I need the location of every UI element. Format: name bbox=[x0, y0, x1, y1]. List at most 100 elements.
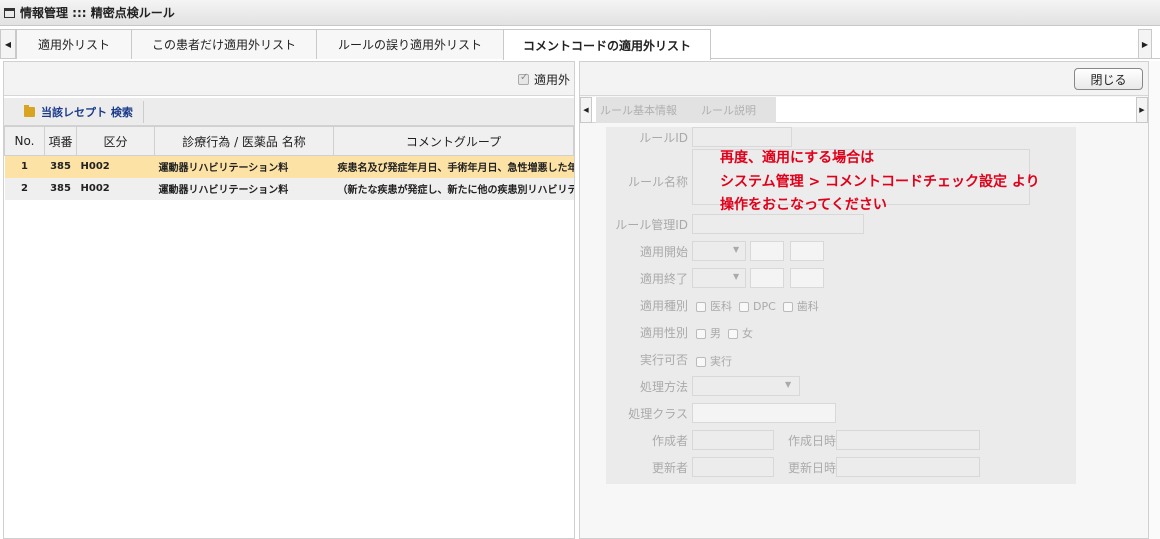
updated-date-field[interactable] bbox=[836, 457, 980, 477]
notice-line-2: システム管理 > コメントコードチェック設定 より bbox=[720, 174, 1040, 190]
receipt-search-button[interactable]: 当該レセプト 検索 bbox=[24, 101, 144, 123]
notice-line-3: 操作をおこなってください bbox=[720, 197, 887, 213]
apply-gender-options: 男 女 bbox=[696, 325, 753, 341]
table-header-row: No. 項番 区分 診療行為 / 医薬品 名称 コメントグループ bbox=[4, 126, 574, 156]
checkbox-icon[interactable] bbox=[517, 72, 529, 85]
apply-type-label: 適用種別 bbox=[639, 299, 688, 313]
cell-category: H002 bbox=[76, 155, 155, 178]
cell-name: 運動器リハビリテーション料 bbox=[154, 155, 334, 178]
option-label: 実行 bbox=[710, 355, 732, 368]
creator-field[interactable] bbox=[692, 430, 774, 450]
end-day-field[interactable] bbox=[790, 268, 824, 288]
cell-name: 運動器リハビリテーション料 bbox=[154, 177, 334, 200]
start-date-label: 適用開始 bbox=[639, 245, 688, 259]
class-label: 処理クラス bbox=[628, 407, 688, 421]
cell-comment: （新たな疾患が発症し、新たに他の疾患別リハビリテーション bbox=[333, 177, 574, 200]
option-label: 歯科 bbox=[796, 300, 819, 313]
tab-patient-exclusion-list[interactable]: この患者だけ適用外リスト bbox=[131, 29, 317, 59]
start-month-field[interactable] bbox=[750, 241, 784, 261]
subtab-scroll-left-icon[interactable]: ◀ bbox=[580, 97, 592, 123]
window-title: 情報管理 ::: 精密点検ルール bbox=[20, 6, 175, 20]
cell-no: 1 bbox=[4, 155, 45, 178]
class-field[interactable] bbox=[692, 403, 836, 423]
window-icon bbox=[4, 7, 15, 18]
chevron-down-icon: ▼ bbox=[733, 272, 740, 281]
option-label: 医科 bbox=[710, 300, 732, 313]
filter-bar: 適用外 bbox=[4, 62, 574, 96]
subtab-area: ルール基本情報 ルール説明 bbox=[596, 97, 776, 123]
col-header-name[interactable]: 診療行為 / 医薬品 名称 bbox=[154, 126, 334, 156]
option-label: 女 bbox=[742, 327, 753, 340]
rule-id-field[interactable] bbox=[692, 127, 792, 147]
subtab-scroll-right-icon[interactable]: ▶ bbox=[1136, 97, 1148, 123]
exec-checkbox[interactable] bbox=[696, 357, 706, 367]
right-arrow-glyph: ▶ bbox=[1139, 106, 1145, 114]
search-button-label: 当該レセプト 検索 bbox=[41, 106, 133, 119]
updated-date-label: 更新日時 bbox=[788, 461, 837, 475]
type-dpc-checkbox[interactable] bbox=[739, 302, 749, 312]
table-row[interactable]: 2 385 H002 運動器リハビリテーション料 （新たな疾患が発症し、新たに他… bbox=[4, 177, 574, 200]
tab-rule-error-exclusion-list[interactable]: ルールの誤り適用外リスト bbox=[316, 29, 504, 59]
created-date-label: 作成日時 bbox=[788, 434, 837, 448]
creator-label: 作成者 bbox=[651, 434, 688, 448]
search-toolbar: 当該レセプト 検索 bbox=[4, 98, 574, 126]
cell-category: H002 bbox=[76, 177, 155, 200]
notice-line-1: 再度、適用にする場合は bbox=[720, 150, 875, 166]
cell-item: 385 bbox=[44, 155, 77, 178]
cell-item: 385 bbox=[44, 177, 77, 200]
left-arrow-glyph: ◀ bbox=[583, 106, 589, 114]
col-header-comment-group[interactable]: コメントグループ bbox=[333, 126, 574, 156]
method-select[interactable]: ▼ bbox=[692, 376, 800, 396]
cell-no: 2 bbox=[4, 177, 45, 200]
table-row[interactable]: 1 385 H002 運動器リハビリテーション料 疾患名及び発症年月日、手術年月… bbox=[4, 155, 574, 178]
apply-type-options: 医科 DPC 歯科 bbox=[696, 298, 819, 314]
gender-female-checkbox[interactable] bbox=[728, 329, 738, 339]
method-label: 処理方法 bbox=[639, 380, 688, 394]
folder-icon bbox=[24, 105, 35, 117]
main-tabbar: ◀ 適用外リスト この患者だけ適用外リスト ルールの誤り適用外リスト コメントコ… bbox=[0, 29, 1160, 60]
start-year-select[interactable]: ▼ bbox=[692, 241, 746, 261]
right-arrow-glyph: ▶ bbox=[1141, 39, 1149, 49]
col-header-item[interactable]: 項番 bbox=[44, 126, 77, 156]
created-date-field[interactable] bbox=[836, 430, 980, 450]
tab-scroll-left-icon[interactable]: ◀ bbox=[0, 29, 16, 59]
apply-gender-label: 適用性別 bbox=[639, 326, 688, 340]
exec-label: 実行可否 bbox=[639, 353, 688, 367]
updater-label: 更新者 bbox=[651, 461, 688, 475]
option-label: DPC bbox=[753, 300, 776, 313]
subtab-rule-basic-info[interactable]: ルール基本情報 bbox=[600, 102, 677, 118]
col-header-no[interactable]: No. bbox=[4, 126, 45, 156]
detail-subtabbar: ◀ ルール基本情報 ルール説明 ▶ bbox=[580, 97, 1148, 123]
exec-option: 実行 bbox=[696, 353, 732, 369]
col-header-category[interactable]: 区分 bbox=[76, 126, 155, 156]
left-arrow-glyph: ◀ bbox=[4, 39, 12, 49]
chevron-down-icon: ▼ bbox=[785, 380, 792, 389]
close-button[interactable]: 閉じる bbox=[1074, 68, 1143, 90]
tab-comment-code-exclusion-list[interactable]: コメントコードの適用外リスト bbox=[503, 29, 711, 60]
rule-id-label: ルールID bbox=[639, 131, 688, 145]
tab-label: この患者だけ適用外リスト bbox=[151, 38, 296, 52]
exclusion-table: No. 項番 区分 診療行為 / 医薬品 名称 コメントグループ 1 385 H… bbox=[4, 126, 574, 200]
tab-label: 適用外リスト bbox=[37, 38, 110, 52]
window-titlebar: 情報管理 ::: 精密点検ルール bbox=[0, 0, 1160, 26]
updater-field[interactable] bbox=[692, 457, 774, 477]
rule-mgmt-id-label: ルール管理ID bbox=[615, 218, 688, 232]
subtab-rule-description[interactable]: ルール説明 bbox=[701, 102, 756, 118]
tab-label: ルールの誤り適用外リスト bbox=[337, 38, 482, 52]
type-dental-checkbox[interactable] bbox=[782, 302, 793, 312]
rule-basic-info-form: ルールID ルール名称 ルール管理ID 適用開始 ▼ 適用終了 ▼ 適用種別 医… bbox=[606, 127, 1076, 484]
tab-exclusion-list[interactable]: 適用外リスト bbox=[16, 29, 132, 59]
rule-mgmt-id-field[interactable] bbox=[692, 214, 864, 234]
window-right-edge bbox=[1149, 61, 1160, 539]
type-medical-checkbox[interactable] bbox=[696, 302, 706, 312]
end-date-label: 適用終了 bbox=[639, 272, 688, 286]
gender-male-checkbox[interactable] bbox=[696, 329, 706, 339]
cell-comment: 疾患名及び発症年月日、手術年月日、急性増悪した年月日 bbox=[333, 155, 574, 178]
rule-detail-pane: 閉じる ◀ ルール基本情報 ルール説明 ▶ ルールID ルール名称 ルール管理I… bbox=[579, 61, 1149, 539]
end-year-select[interactable]: ▼ bbox=[692, 268, 746, 288]
applied-filter-checkbox[interactable]: 適用外 bbox=[517, 71, 570, 88]
option-label: 男 bbox=[710, 327, 721, 340]
end-month-field[interactable] bbox=[750, 268, 784, 288]
tab-scroll-right-icon[interactable]: ▶ bbox=[1138, 29, 1152, 59]
start-day-field[interactable] bbox=[790, 241, 824, 261]
